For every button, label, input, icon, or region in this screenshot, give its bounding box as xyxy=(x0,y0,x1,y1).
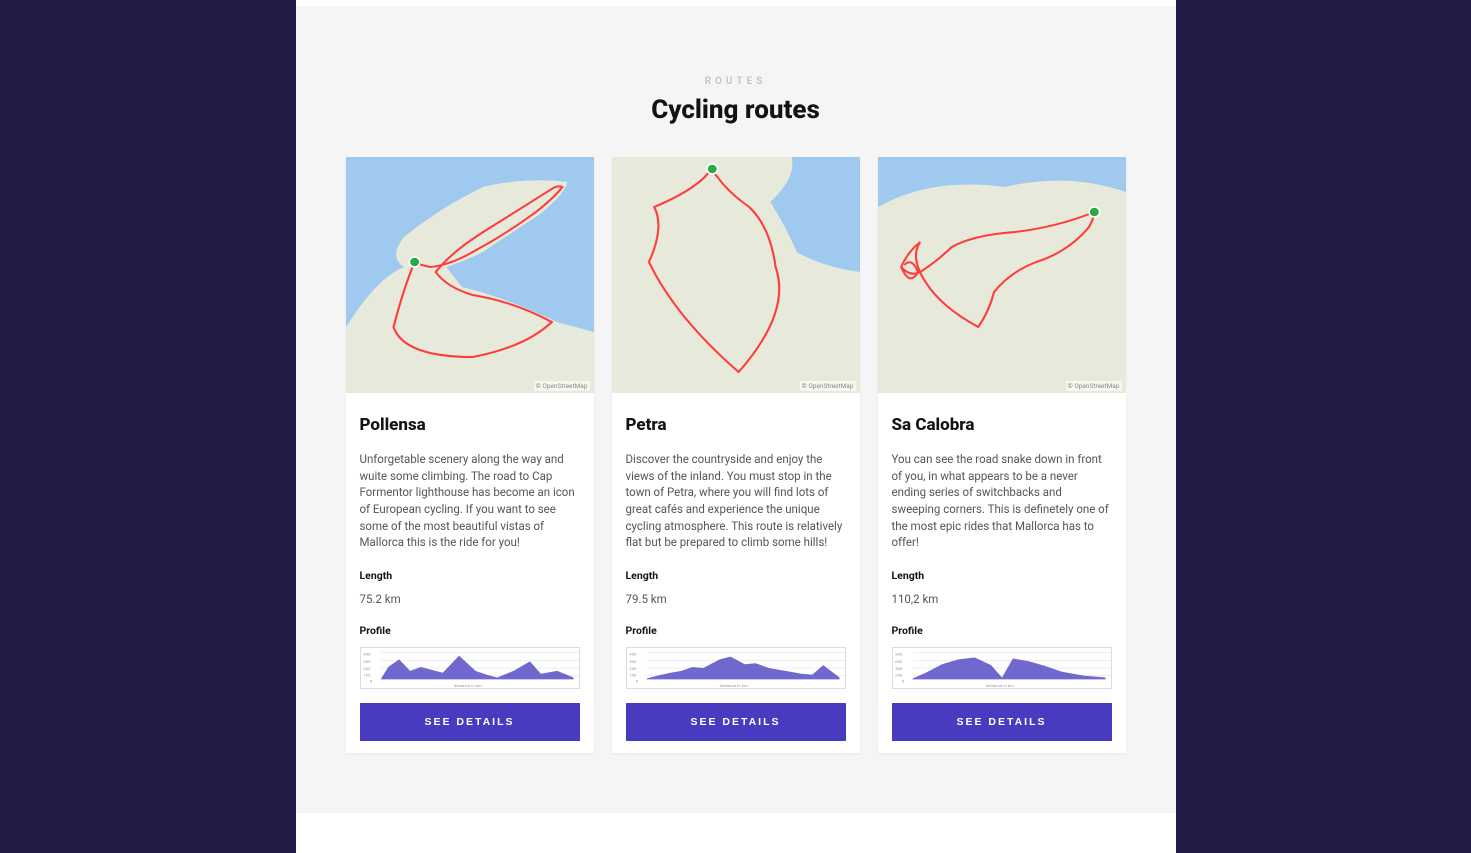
svg-text:100: 100 xyxy=(629,673,637,678)
profile-label: Profile xyxy=(892,624,1112,637)
route-map[interactable]: © OpenStreetMap xyxy=(612,157,860,393)
svg-text:0: 0 xyxy=(635,679,638,684)
svg-text:800: 800 xyxy=(895,652,903,657)
route-description: You can see the road snake down in front… xyxy=(892,451,1112,551)
svg-text:400: 400 xyxy=(895,666,903,671)
card-body: Sa Calobra You can see the road snake do… xyxy=(878,393,1126,753)
map-attribution: © OpenStreetMap xyxy=(800,381,856,391)
svg-text:200: 200 xyxy=(363,666,371,671)
map-attribution: © OpenStreetMap xyxy=(1066,381,1122,391)
svg-text:400: 400 xyxy=(363,652,371,657)
see-details-button[interactable]: SEE DETAILS xyxy=(360,703,580,741)
profile-label: Profile xyxy=(360,624,580,637)
card-body: Pollensa Unforgetable scenery along the … xyxy=(346,393,594,753)
elevation-profile: 400 300 200 100 0 distance in km xyxy=(626,647,846,689)
svg-text:300: 300 xyxy=(363,660,371,665)
length-label: Length xyxy=(626,569,846,582)
svg-text:400: 400 xyxy=(629,652,637,657)
length-label: Length xyxy=(360,569,580,582)
route-card-pollensa: © OpenStreetMap Pollensa Unforgetable sc… xyxy=(346,157,594,753)
route-card-petra: © OpenStreetMap Petra Discover the count… xyxy=(612,157,860,753)
card-body: Petra Discover the countryside and enjoy… xyxy=(612,393,860,753)
footer-section xyxy=(296,813,1176,853)
svg-text:distance in km: distance in km xyxy=(985,683,1014,688)
length-value: 110,2 km xyxy=(892,592,1112,606)
elevation-profile: 800 600 400 200 0 distance in km xyxy=(892,647,1112,689)
route-map[interactable]: © OpenStreetMap xyxy=(878,157,1126,393)
svg-text:0: 0 xyxy=(901,679,904,684)
section-header: ROUTES Cycling routes xyxy=(296,6,1176,157)
page: ROUTES Cycling routes © OpenStreetMap xyxy=(296,0,1176,853)
route-description: Discover the countryside and enjoy the v… xyxy=(626,451,846,551)
length-value: 75.2 km xyxy=(360,592,580,606)
map-attribution: © OpenStreetMap xyxy=(534,381,590,391)
see-details-button[interactable]: SEE DETAILS xyxy=(892,703,1112,741)
svg-text:0: 0 xyxy=(369,679,372,684)
section-eyebrow: ROUTES xyxy=(296,76,1176,87)
route-title: Petra xyxy=(626,415,846,435)
svg-text:600: 600 xyxy=(895,660,903,665)
route-title: Pollensa xyxy=(360,415,580,435)
length-label: Length xyxy=(892,569,1112,582)
section-title: Cycling routes xyxy=(296,95,1176,125)
svg-text:200: 200 xyxy=(629,666,637,671)
svg-text:200: 200 xyxy=(895,673,903,678)
route-map[interactable]: © OpenStreetMap xyxy=(346,157,594,393)
see-details-button[interactable]: SEE DETAILS xyxy=(626,703,846,741)
length-value: 79.5 km xyxy=(626,592,846,606)
svg-text:distance in km: distance in km xyxy=(453,683,482,688)
svg-text:100: 100 xyxy=(363,673,371,678)
svg-text:distance in km: distance in km xyxy=(719,683,748,688)
elevation-profile: 400 300 200 100 0 distance in km xyxy=(360,647,580,689)
route-description: Unforgetable scenery along the way and w… xyxy=(360,451,580,551)
route-title: Sa Calobra xyxy=(892,415,1112,435)
route-cards: © OpenStreetMap Pollensa Unforgetable sc… xyxy=(296,157,1176,813)
profile-label: Profile xyxy=(626,624,846,637)
svg-text:300: 300 xyxy=(629,660,637,665)
route-card-sa-calobra: © OpenStreetMap Sa Calobra You can see t… xyxy=(878,157,1126,753)
